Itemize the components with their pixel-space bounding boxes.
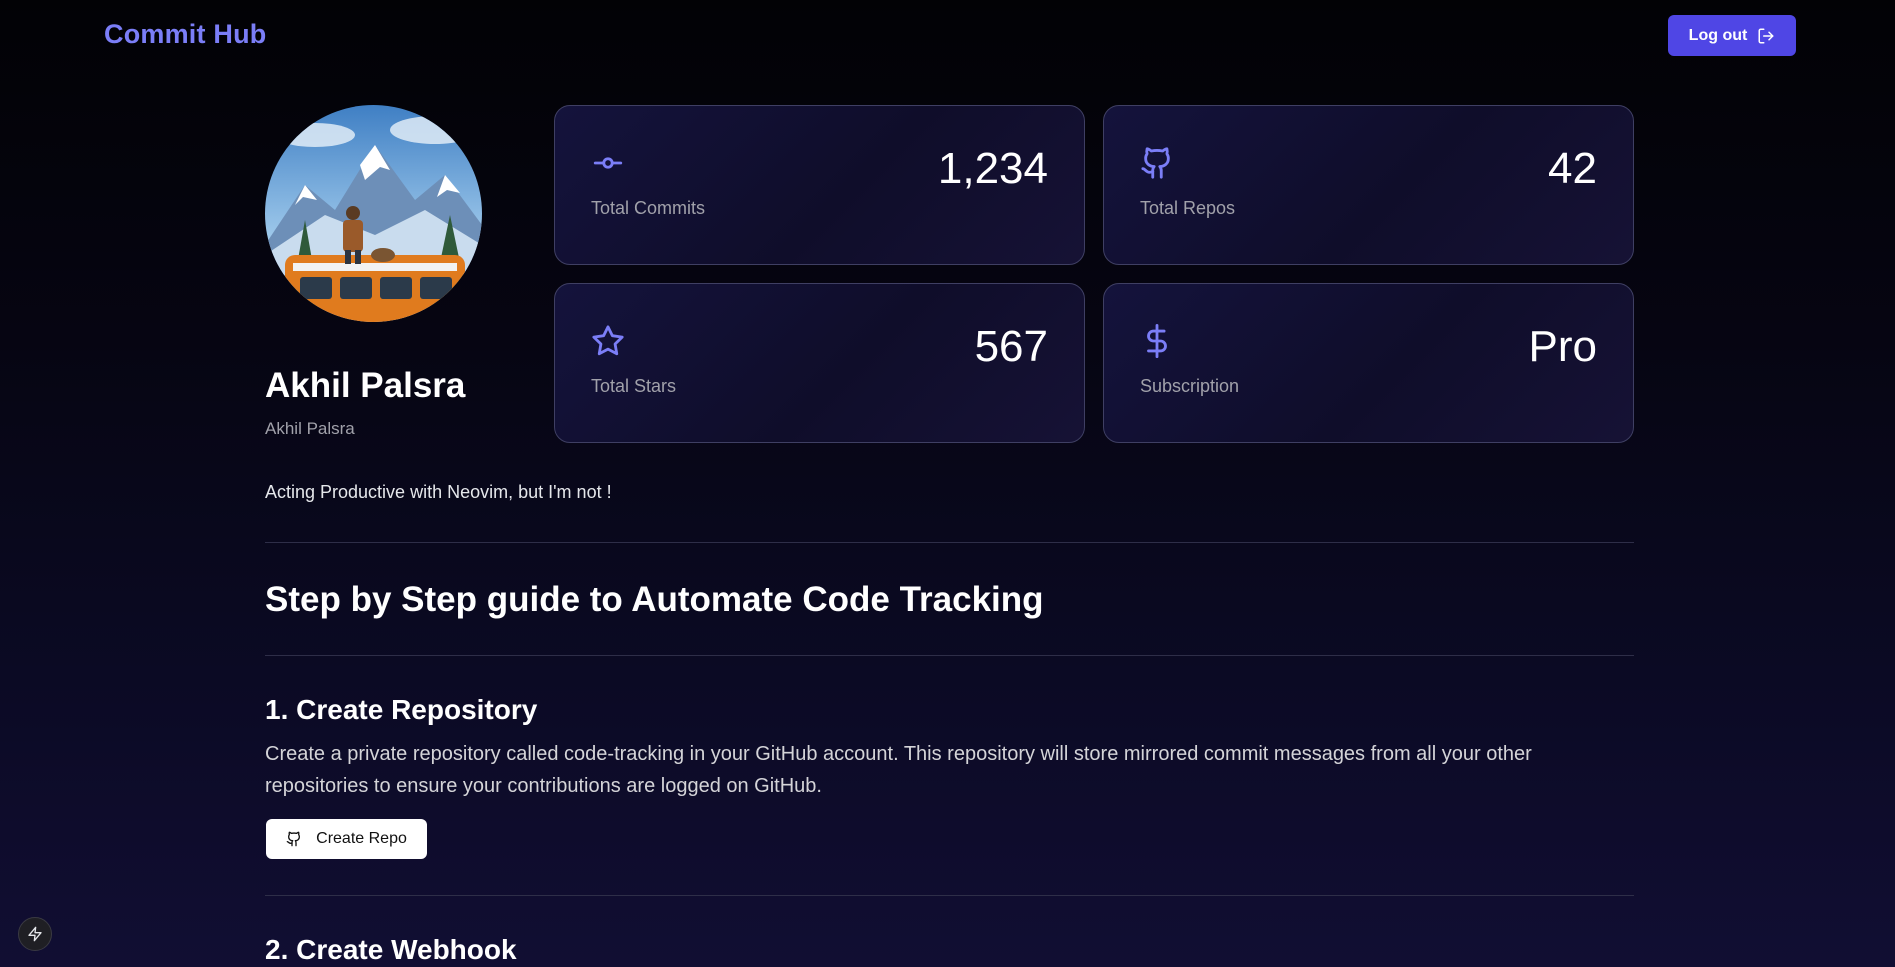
logout-label: Log out: [1688, 26, 1748, 44]
stat-card-subscription: Subscription Pro: [1103, 283, 1634, 443]
create-repo-button[interactable]: Create Repo: [266, 819, 427, 859]
github-icon: [286, 831, 301, 847]
stat-value: 567: [974, 322, 1048, 371]
step-title-create-repository: 1. Create Repository: [265, 694, 538, 725]
star-icon: [591, 324, 625, 358]
dollar-icon: [1140, 324, 1174, 358]
log-out-icon: [1758, 28, 1774, 43]
dev-tools-button[interactable]: [18, 917, 52, 951]
step-title-create-webhook: 2. Create Webhook: [265, 934, 517, 965]
stat-value: 42: [1548, 144, 1597, 193]
github-icon: [1140, 146, 1174, 180]
stat-card-commits: Total Commits 1,234: [554, 105, 1085, 265]
divider: [265, 895, 1634, 896]
stat-label: Subscription: [1140, 376, 1240, 396]
top-nav: Commit Hub Log out: [0, 0, 1895, 72]
profile-name: Akhil Palsra: [265, 366, 466, 405]
divider: [265, 542, 1634, 543]
stat-value: Pro: [1528, 322, 1597, 371]
divider: [265, 655, 1634, 656]
git-commit-icon: [591, 146, 625, 180]
stat-label: Total Repos: [1140, 198, 1236, 218]
avatar: [265, 105, 482, 322]
logout-button[interactable]: Log out: [1668, 15, 1796, 56]
guide-title: Step by Step guide to Automate Code Trac…: [265, 580, 1044, 619]
create-repo-label: Create Repo: [316, 830, 407, 847]
bolt-icon: [28, 926, 42, 942]
stat-card-repos: Total Repos 42: [1103, 105, 1634, 265]
stat-card-stars: Total Stars 567: [554, 283, 1085, 443]
profile-bio: Acting Productive with Neovim, but I'm n…: [265, 482, 612, 502]
stat-label: Total Commits: [591, 198, 706, 218]
brand-logo[interactable]: Commit Hub: [104, 19, 266, 50]
step-description: Create a private repository called code-…: [265, 743, 1532, 797]
stat-value: 1,234: [937, 144, 1048, 193]
profile-username: Akhil Palsra: [265, 419, 355, 438]
stat-label: Total Stars: [591, 376, 677, 396]
